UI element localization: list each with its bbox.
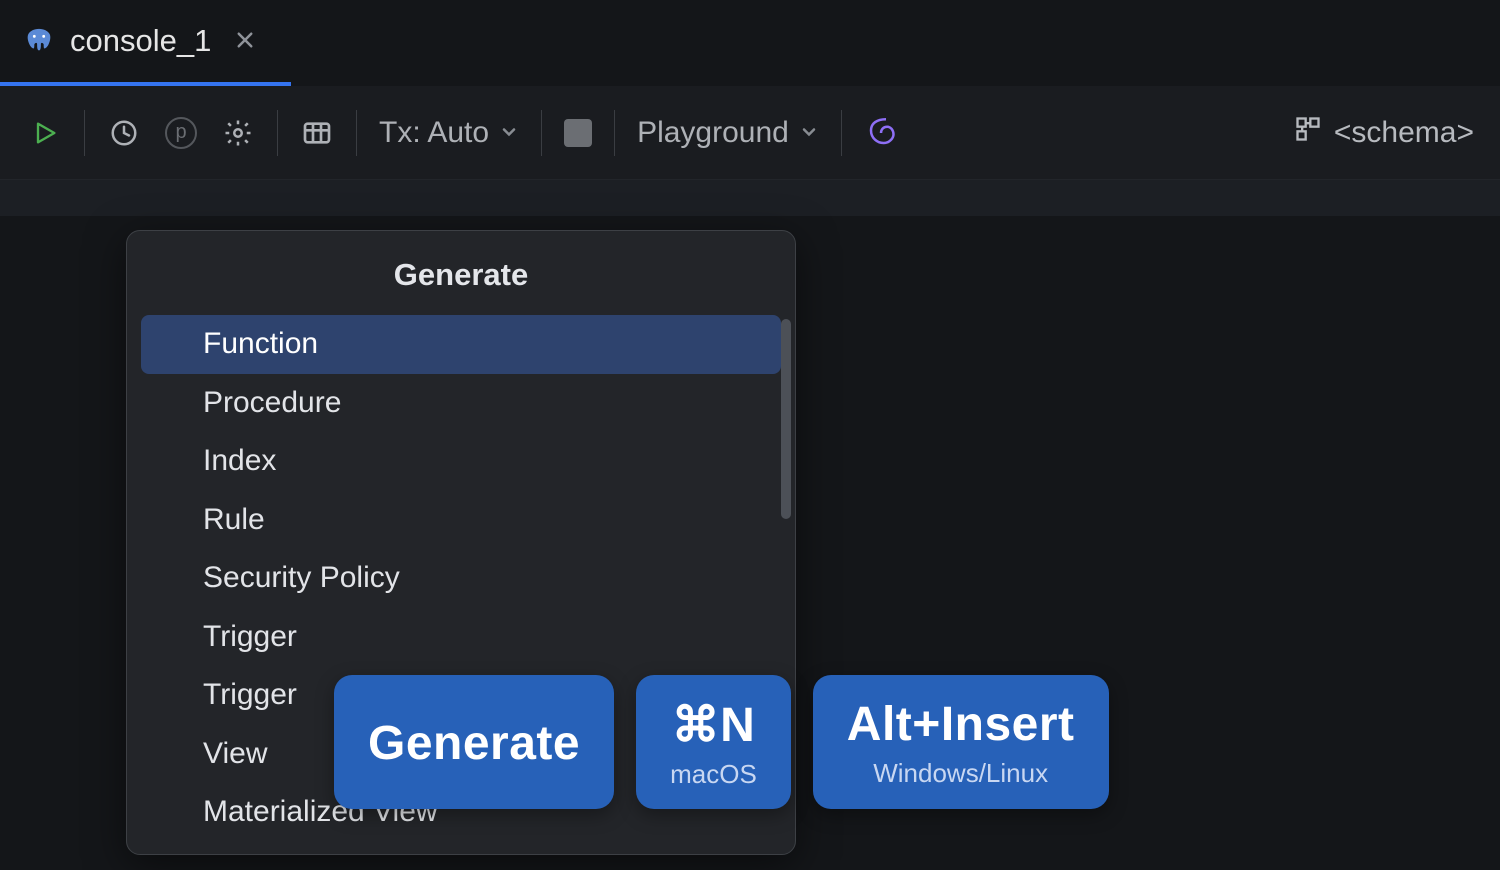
p-icon[interactable]: p <box>165 117 197 149</box>
scrollbar[interactable] <box>781 319 791 519</box>
shortcut-action-label: Generate <box>368 716 580 771</box>
mode-dropdown[interactable]: Playground <box>637 116 819 150</box>
schema-icon <box>1294 115 1322 151</box>
editor-area[interactable]: Generate FunctionProcedureIndexRuleSecur… <box>0 180 1500 870</box>
tab-bar: console_1 <box>0 0 1500 86</box>
shortcut-win-pill: Alt+Insert Windows/Linux <box>813 675 1109 809</box>
tx-mode-dropdown[interactable]: Tx: Auto <box>379 116 519 150</box>
shortcut-action-pill: Generate <box>334 675 614 809</box>
popup-item-procedure[interactable]: Procedure <box>141 374 781 433</box>
popup-item-trigger[interactable]: Trigger <box>141 608 781 667</box>
shortcut-win-os: Windows/Linux <box>873 758 1048 789</box>
shortcut-mac-pill: ⌘N macOS <box>636 675 791 809</box>
stop-icon[interactable] <box>564 119 592 147</box>
mode-label: Playground <box>637 116 789 150</box>
shortcut-win-key: Alt+Insert <box>847 697 1075 752</box>
history-icon[interactable] <box>107 116 141 150</box>
shortcut-mac-key: ⌘N <box>672 697 756 753</box>
popup-item-index[interactable]: Index <box>141 432 781 491</box>
run-icon[interactable] <box>28 116 62 150</box>
postgres-elephant-icon <box>24 26 54 56</box>
gear-icon[interactable] <box>221 116 255 150</box>
popup-item-function[interactable]: Function <box>141 315 781 374</box>
shortcut-overlay: Generate ⌘N macOS Alt+Insert Windows/Lin… <box>334 675 1109 809</box>
table-icon[interactable] <box>300 116 334 150</box>
popup-item-rule[interactable]: Rule <box>141 491 781 550</box>
schema-selector[interactable]: <schema> <box>1294 115 1480 151</box>
popup-title: Generate <box>127 231 795 315</box>
tab-console-1[interactable]: console_1 <box>0 0 291 86</box>
popup-item-security-policy[interactable]: Security Policy <box>141 549 781 608</box>
tx-mode-label: Tx: Auto <box>379 116 489 150</box>
close-icon[interactable] <box>227 25 263 57</box>
spiral-icon[interactable] <box>864 116 898 150</box>
editor-gutter-band <box>0 180 1500 216</box>
schema-label: <schema> <box>1334 116 1474 150</box>
toolbar: p Tx: Auto Playground <box>0 86 1500 180</box>
tab-title: console_1 <box>70 23 211 59</box>
chevron-down-icon <box>499 116 519 150</box>
shortcut-mac-os: macOS <box>670 759 757 790</box>
chevron-down-icon <box>799 116 819 150</box>
